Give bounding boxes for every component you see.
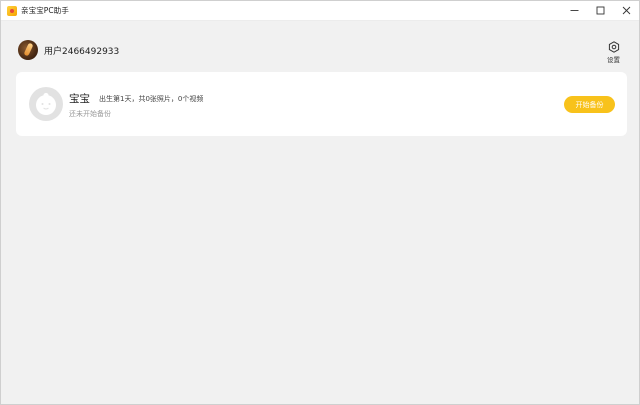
baby-face-icon (36, 92, 56, 115)
user-profile[interactable]: 用户2466492933 (18, 40, 119, 60)
baby-summary: 出生第1天，共0张照片，0个视频 (99, 95, 204, 103)
close-button[interactable] (613, 1, 639, 20)
user-avatar[interactable] (18, 40, 38, 60)
maximize-button[interactable] (587, 1, 613, 20)
settings-button[interactable]: 设置 (607, 41, 620, 64)
baby-name: 宝宝 (69, 93, 90, 105)
backup-status: 还未开始备份 (69, 110, 111, 118)
close-icon (622, 6, 630, 15)
baby-avatar[interactable] (29, 87, 63, 121)
window-controls (561, 1, 639, 20)
start-backup-button[interactable]: 开始备份 (564, 96, 615, 113)
username: 用户2466492933 (44, 46, 120, 57)
settings-label: 设置 (607, 56, 620, 64)
baby-card: 宝宝 出生第1天，共0张照片，0个视频 还未开始备份 开始备份 (16, 72, 627, 136)
window-title: 亲宝宝PC助手 (21, 6, 69, 15)
hexagon-gear-icon (608, 41, 619, 53)
minimize-icon (570, 10, 578, 11)
app-window: 亲宝宝PC助手 用户2466492933 设置 宝宝 出生第1天，共0张照片，0… (0, 0, 640, 405)
minimize-button[interactable] (561, 1, 587, 20)
maximize-icon (596, 6, 604, 15)
title-bar[interactable]: 亲宝宝PC助手 (1, 1, 639, 21)
app-logo-icon (7, 5, 17, 16)
